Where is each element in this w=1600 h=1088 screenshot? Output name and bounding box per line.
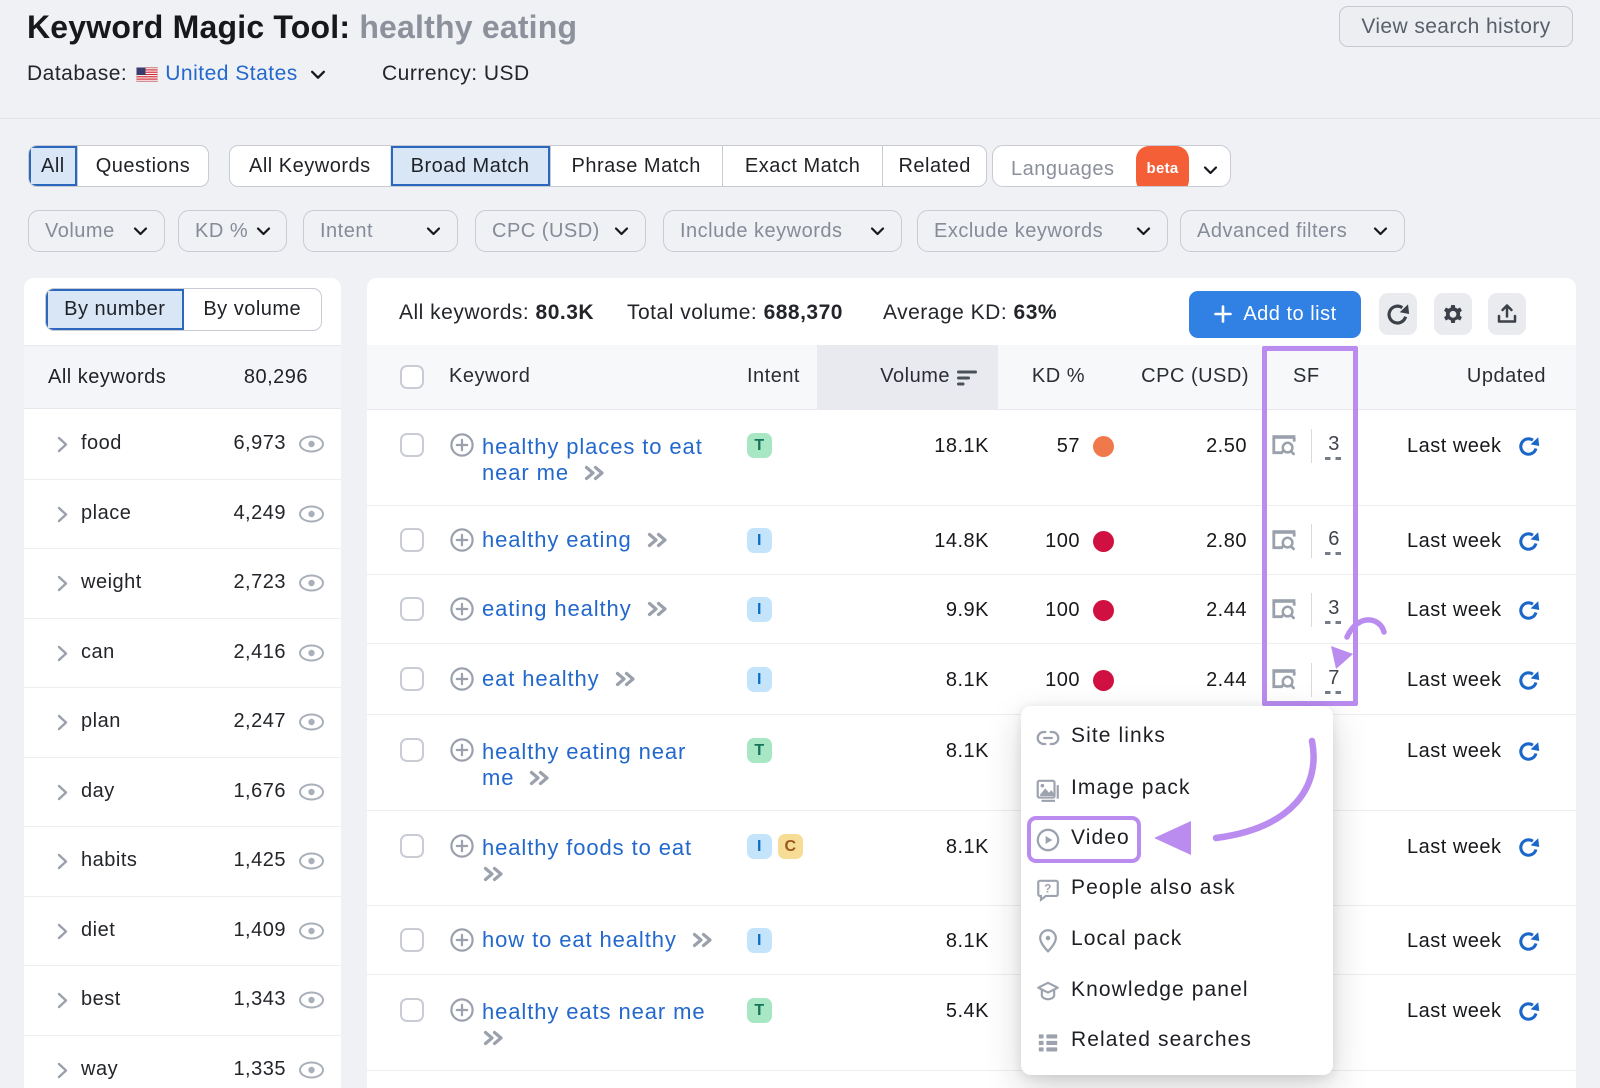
svg-text:?: ?	[1044, 882, 1052, 896]
